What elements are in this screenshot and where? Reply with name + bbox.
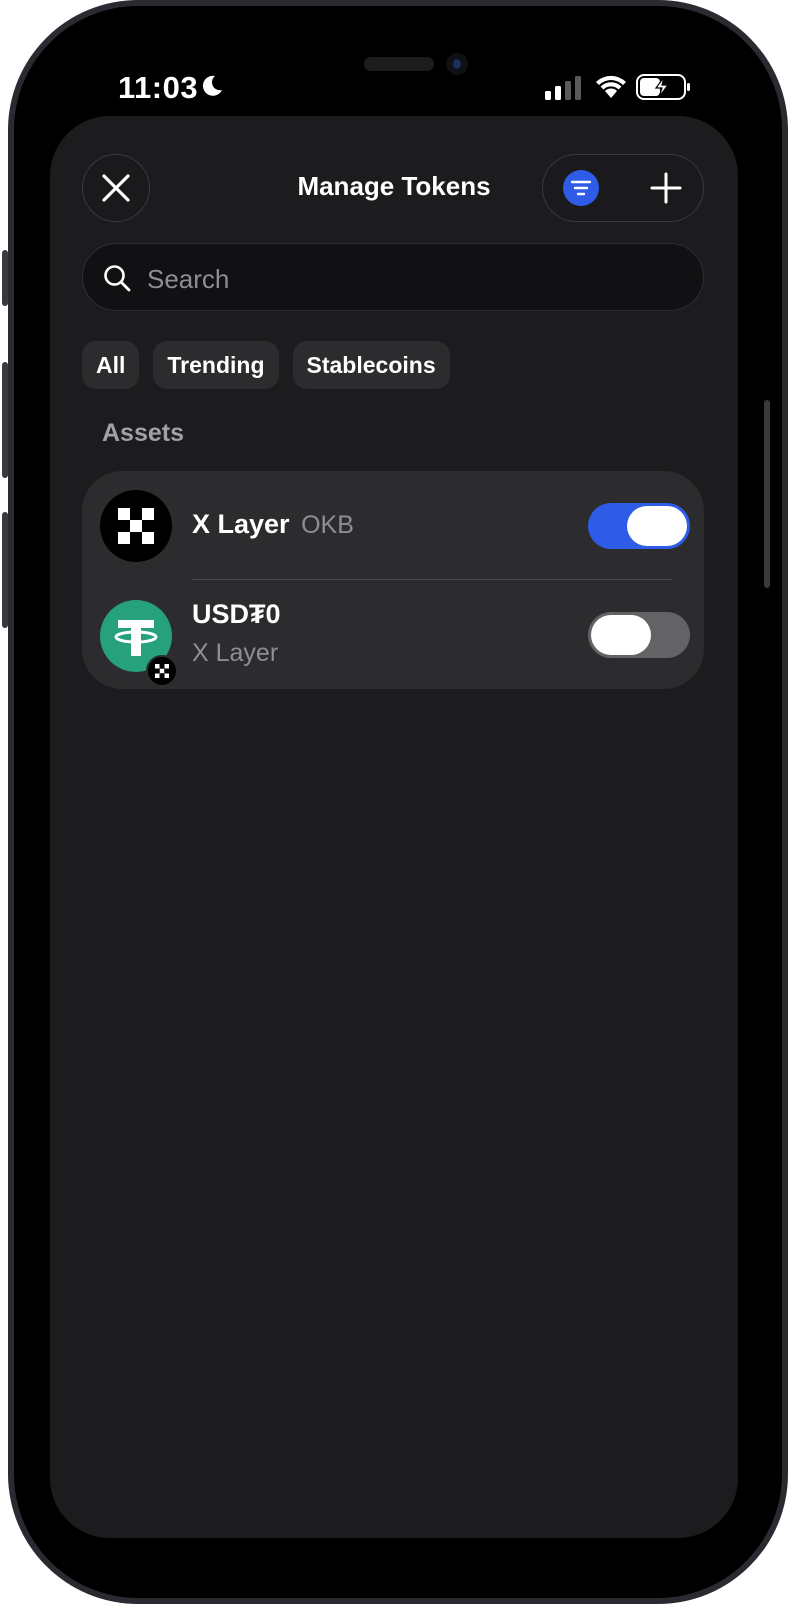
- status-bar: 11:03: [14, 6, 782, 124]
- speaker-grille: [364, 57, 434, 71]
- battery-charging-icon: [636, 74, 690, 100]
- token-network: X Layer: [192, 639, 279, 667]
- section-label-assets: Assets: [102, 419, 184, 447]
- toggle-knob: [591, 615, 651, 655]
- search-bar: [82, 243, 704, 311]
- search-input[interactable]: [145, 258, 669, 300]
- toggle-knob: [627, 506, 687, 546]
- action-button: [2, 250, 8, 306]
- token-symbol: OKB: [301, 511, 354, 539]
- token-visibility-toggle[interactable]: [588, 503, 690, 549]
- token-name: X Layer: [192, 509, 290, 539]
- plus-icon: [650, 172, 682, 204]
- search-icon: [104, 265, 131, 292]
- header-action-group: [542, 154, 704, 222]
- phone-screen: 11:03 Manage Tokens Search All Trending …: [14, 6, 782, 1598]
- status-time: 11:03: [118, 70, 199, 105]
- add-token-button[interactable]: [647, 169, 685, 207]
- filter-chips: All Trending Stablecoins: [82, 341, 450, 389]
- chip-stablecoins[interactable]: Stablecoins: [292, 341, 450, 389]
- chip-all[interactable]: All: [82, 341, 140, 389]
- filter-icon: [570, 180, 592, 196]
- token-visibility-toggle[interactable]: [588, 612, 690, 658]
- moon-icon: [202, 75, 222, 96]
- power-button: [764, 400, 770, 588]
- volume-up-button: [2, 362, 8, 478]
- cellular-signal-icon: [545, 76, 581, 100]
- phone-frame: 11:03 Manage Tokens Search All Trending …: [2, 0, 788, 1604]
- filter-button[interactable]: [563, 170, 599, 206]
- manage-tokens-sheet: Manage Tokens Search All Trending Stable…: [50, 116, 738, 1538]
- list-item: X Layer OKB: [82, 471, 704, 580]
- assets-list: X Layer OKB USD₮0 X Layer: [82, 471, 704, 689]
- x-layer-logo-icon: [100, 490, 172, 562]
- token-name-line: X Layer OKB: [192, 509, 354, 540]
- list-item: USD₮0 X Layer: [82, 580, 704, 689]
- x-layer-network-badge-icon: [146, 655, 178, 687]
- volume-down-button: [2, 512, 8, 628]
- front-camera: [446, 53, 468, 75]
- token-name: USD₮0: [192, 599, 281, 629]
- chip-trending[interactable]: Trending: [153, 341, 279, 389]
- wifi-icon: [596, 75, 626, 98]
